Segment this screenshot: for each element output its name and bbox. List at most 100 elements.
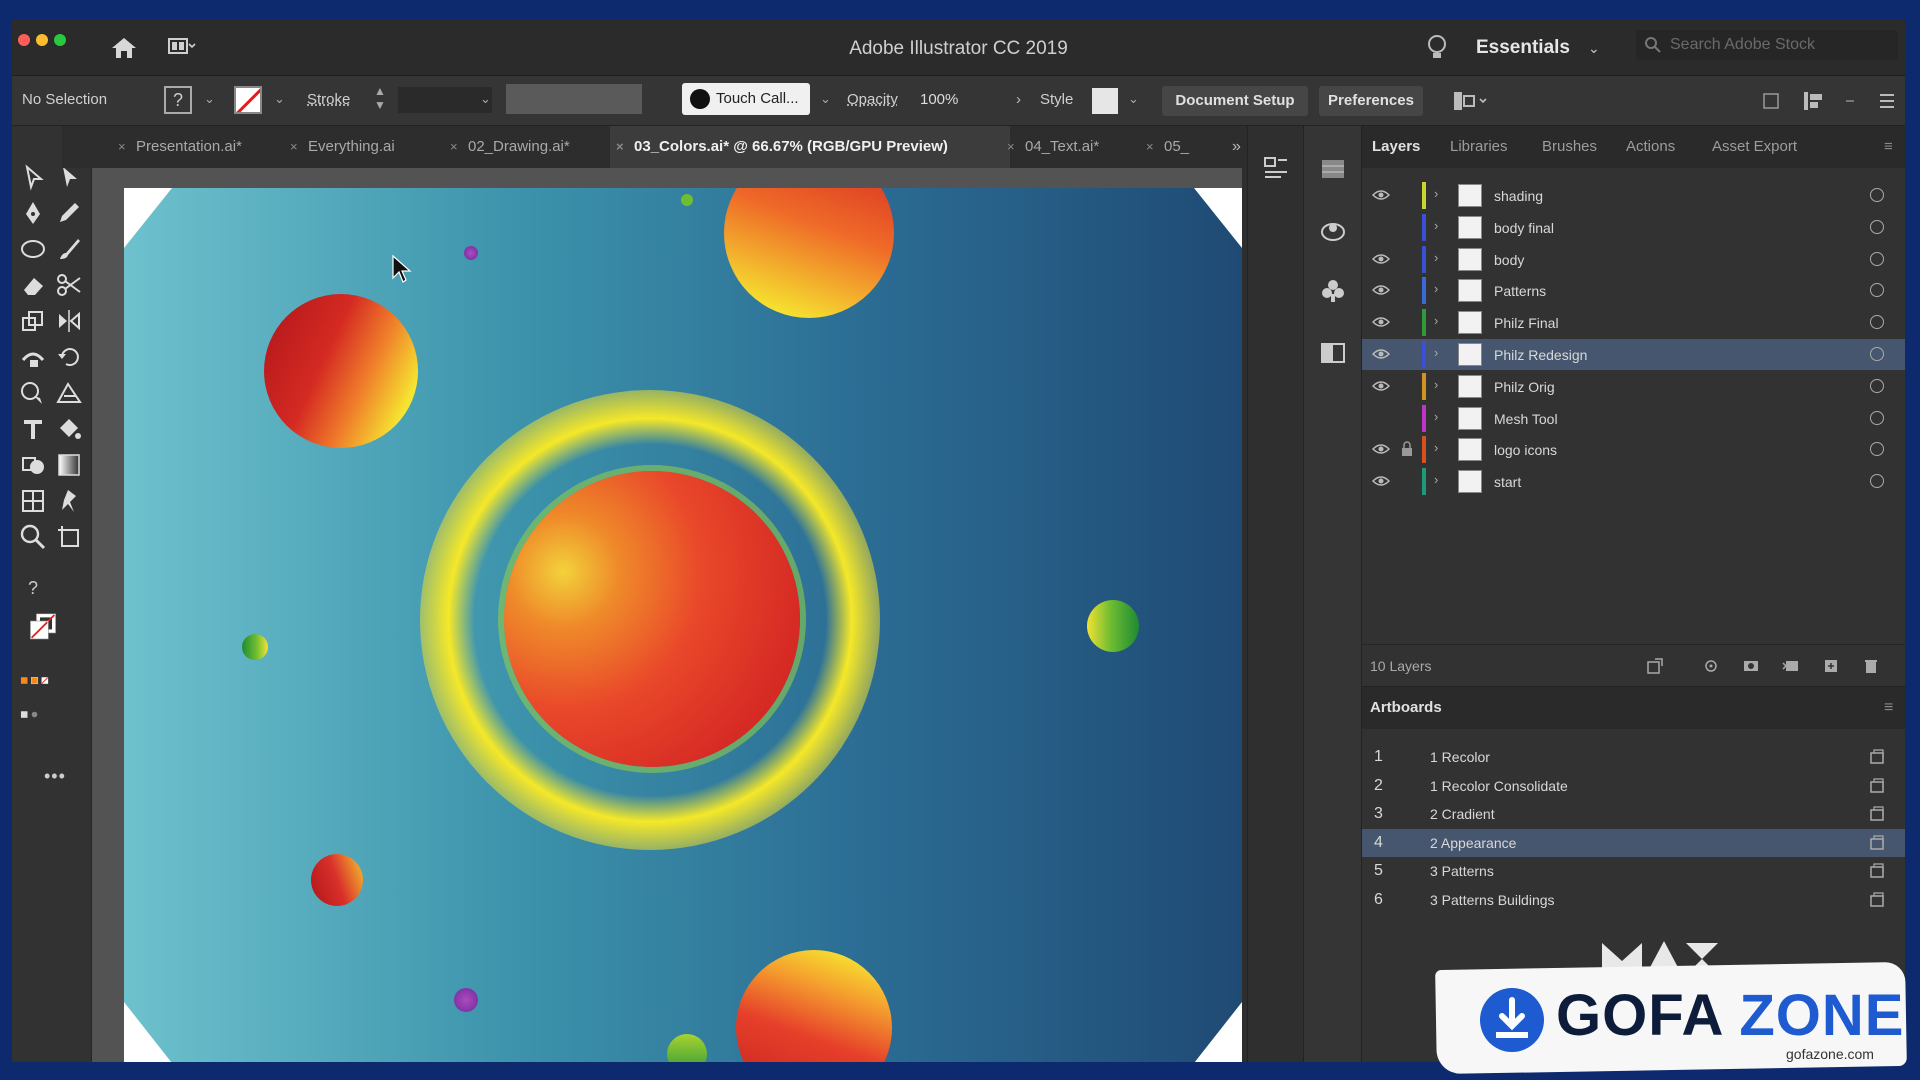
stroke-swatch[interactable] [234, 86, 262, 114]
document-setup-button[interactable]: Document Setup [1162, 86, 1308, 116]
transparency-panel-icon[interactable] [1318, 338, 1348, 368]
artboard-options-icon[interactable] [1868, 777, 1886, 795]
new-sublayer-icon[interactable] [1782, 657, 1800, 675]
color-mode-buttons[interactable] [20, 666, 84, 690]
layer-row[interactable]: › body [1362, 244, 1905, 275]
fill-chevron-icon[interactable]: ⌄ [204, 91, 215, 107]
layer-row[interactable]: › Mesh Tool [1362, 403, 1905, 434]
brush-chevron-icon[interactable]: ⌄ [820, 91, 831, 107]
layer-name[interactable]: shading [1494, 188, 1543, 204]
target-circle-icon[interactable] [1870, 315, 1884, 330]
layer-row[interactable]: › start [1362, 466, 1905, 497]
lock-icon[interactable] [1400, 441, 1414, 457]
layer-name[interactable]: body [1494, 252, 1524, 268]
drawing-mode-buttons[interactable] [20, 700, 84, 724]
preferences-button[interactable]: Preferences [1319, 86, 1423, 116]
style-chevron-icon[interactable]: ⌄ [1128, 91, 1139, 107]
opacity-label[interactable]: Opacity [847, 91, 898, 108]
swatches-panel-icon[interactable] [1318, 154, 1348, 184]
mesh-tool-icon[interactable] [18, 486, 48, 516]
target-circle-icon[interactable] [1870, 251, 1884, 266]
layer-name[interactable]: Philz Orig [1494, 379, 1555, 395]
layer-row[interactable]: › logo icons [1362, 434, 1905, 465]
green-sphere[interactable] [1087, 600, 1139, 652]
pencil-tool-icon[interactable] [54, 198, 84, 228]
collect-for-export-icon[interactable] [1646, 657, 1664, 675]
tab-actions[interactable]: Actions [1626, 138, 1675, 155]
chevron-down-icon[interactable]: ⌄ [1588, 40, 1600, 57]
tab-document[interactable]: × Everything.ai [284, 126, 395, 168]
green-sphere[interactable] [681, 194, 693, 206]
shape-builder-tool-icon[interactable] [18, 378, 48, 408]
tab-document[interactable]: × Presentation.ai* [112, 126, 242, 168]
artboard-options-icon[interactable] [1868, 891, 1886, 909]
canvas[interactable] [92, 168, 1247, 1062]
tab-libraries[interactable]: Libraries [1450, 138, 1508, 155]
puppet-warp-tool-icon[interactable] [54, 486, 84, 516]
planet-sphere[interactable] [724, 188, 894, 318]
visibility-toggle[interactable] [1372, 410, 1390, 426]
width-tool-icon[interactable] [18, 342, 48, 372]
brush-definition[interactable]: Touch Call... [682, 83, 810, 115]
stroke-label[interactable]: Stroke [307, 91, 350, 108]
artboard-row[interactable]: 2 1 Recolor Consolidate [1362, 772, 1905, 800]
close-tab-icon[interactable]: × [616, 126, 624, 168]
stroke-weight-field[interactable] [398, 87, 492, 113]
layer-name[interactable]: logo icons [1494, 442, 1557, 458]
fill-stroke-widget[interactable] [28, 612, 78, 660]
ellipse-tool-icon[interactable] [18, 234, 48, 264]
artboard-name[interactable]: 2 Cradient [1430, 806, 1495, 822]
opacity-arrow-icon[interactable]: › [1016, 91, 1021, 108]
eye-icon[interactable] [1372, 378, 1390, 394]
align-icons[interactable] [1762, 90, 1898, 112]
artboard-row[interactable]: 1 1 Recolor [1362, 743, 1905, 771]
scale-tool-icon[interactable] [18, 306, 48, 336]
help-icon[interactable]: ? [18, 572, 48, 602]
eye-icon[interactable] [1372, 473, 1390, 489]
target-circle-icon[interactable] [1870, 378, 1884, 393]
selection-tool-icon[interactable] [18, 162, 48, 192]
artboard-row[interactable]: 4 2 Appearance [1362, 828, 1905, 857]
green-sphere[interactable] [242, 634, 268, 660]
variable-width-profile[interactable] [506, 84, 642, 114]
layer-name[interactable]: Philz Final [1494, 315, 1559, 331]
expand-chevron-icon[interactable]: › [1434, 377, 1438, 392]
artboard-name[interactable]: 1 Recolor [1430, 749, 1490, 765]
eye-icon[interactable] [1372, 251, 1390, 267]
fill-swatch[interactable]: ? [164, 86, 192, 114]
close-tab-icon[interactable]: × [118, 126, 126, 168]
rotate-tool-icon[interactable] [54, 342, 84, 372]
pen-tool-icon[interactable] [18, 198, 48, 228]
perspective-grid-tool-icon[interactable] [54, 378, 84, 408]
green-sphere[interactable] [667, 1034, 707, 1062]
workspace-switcher[interactable]: Essentials [1476, 37, 1570, 59]
tab-document-active[interactable]: × 03_Colors.ai* @ 66.67% (RGB/GPU Preview… [610, 126, 1010, 168]
target-circle-icon[interactable] [1870, 188, 1884, 202]
search-input[interactable] [1670, 34, 1890, 56]
live-paint-bucket-icon[interactable] [54, 414, 84, 444]
eye-icon[interactable] [1372, 314, 1390, 330]
target-circle-icon[interactable] [1870, 474, 1884, 489]
expand-chevron-icon[interactable]: › [1434, 218, 1438, 233]
target-circle-icon[interactable] [1870, 347, 1884, 361]
properties-panel-icon[interactable] [1261, 152, 1291, 182]
artboard-tool-icon[interactable] [54, 522, 84, 552]
expand-chevron-icon[interactable]: › [1434, 472, 1438, 487]
arrange-icon[interactable] [1452, 90, 1492, 112]
close-tab-icon[interactable]: × [450, 126, 458, 168]
symbols-panel-icon[interactable] [1318, 276, 1348, 306]
eye-icon[interactable] [1372, 441, 1390, 457]
panel-menu-icon[interactable]: ≡ [1884, 699, 1893, 717]
shaper-tool-icon[interactable] [18, 450, 48, 480]
stroke-chevron-icon[interactable]: ⌄ [274, 91, 285, 107]
visibility-toggle[interactable] [1372, 219, 1390, 235]
close-tab-icon[interactable]: × [1146, 126, 1154, 168]
gradient-tool-icon[interactable] [54, 450, 84, 480]
tab-brushes[interactable]: Brushes [1542, 138, 1597, 155]
color-guide-icon[interactable] [1318, 216, 1348, 246]
stroke-weight-stepper[interactable]: ▲ ▼ [374, 84, 386, 112]
artboard-options-icon[interactable] [1868, 862, 1886, 880]
artboard[interactable] [124, 188, 1242, 1062]
expand-chevron-icon[interactable]: › [1434, 409, 1438, 424]
close-tab-icon[interactable]: × [1007, 126, 1015, 168]
